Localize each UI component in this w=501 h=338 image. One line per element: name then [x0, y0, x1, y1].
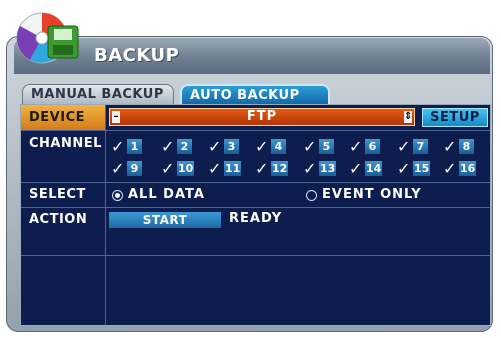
channel-number: 5	[319, 139, 334, 154]
select-arrows-icon: ⇕	[404, 111, 413, 123]
device-select[interactable]: – FTP ⇕	[109, 108, 415, 126]
channel-number: 11	[224, 161, 242, 176]
check-icon: ✓	[208, 137, 222, 156]
select-label: SELECT	[29, 187, 86, 202]
channel-number: 6	[365, 139, 380, 154]
tab-auto-backup[interactable]: AUTO BACKUP	[180, 84, 330, 104]
channel-number: 1	[127, 139, 142, 154]
check-icon: ✓	[161, 159, 175, 178]
channel-number: 8	[459, 139, 474, 154]
check-icon: ✓	[255, 137, 269, 156]
column-divider	[105, 105, 106, 325]
all-data-label[interactable]: ALL DATA	[128, 187, 205, 202]
check-icon: ✓	[443, 137, 457, 156]
auto-backup-panel: DEVICE – FTP ⇕ SETUP CHANNEL ✓ 1 ✓ 2 ✓ 3 ✓ 4…	[20, 104, 491, 326]
channel-number: 3	[224, 139, 239, 154]
channel-number: 2	[177, 139, 192, 154]
radio-event-only[interactable]	[306, 190, 317, 201]
device-value: FTP	[246, 109, 278, 124]
check-icon: ✓	[111, 159, 125, 178]
check-icon: ✓	[443, 159, 457, 178]
setup-button[interactable]: SETUP	[422, 108, 488, 127]
tab-manual-backup[interactable]: MANUAL BACKUP	[22, 84, 174, 104]
channel-number: 10	[177, 161, 195, 176]
backup-app-icon	[16, 12, 79, 64]
action-label: ACTION	[29, 212, 88, 227]
check-icon: ✓	[303, 159, 317, 178]
event-only-label[interactable]: EVENT ONLY	[322, 187, 422, 202]
row-divider	[21, 207, 490, 208]
check-icon: ✓	[161, 137, 175, 156]
check-icon: ✓	[208, 159, 222, 178]
tab-bar: MANUAL BACKUP AUTO BACKUP	[18, 84, 488, 104]
channel-number: 12	[271, 161, 289, 176]
channel-label: CHANNEL	[29, 136, 102, 151]
check-icon: ✓	[303, 137, 317, 156]
channel-number: 13	[319, 161, 337, 176]
check-icon: ✓	[397, 159, 411, 178]
row-divider	[21, 182, 490, 183]
device-label: DEVICE	[21, 105, 105, 130]
action-status: READY	[229, 211, 283, 226]
row-divider	[21, 130, 490, 131]
channel-number: 4	[271, 139, 286, 154]
channel-number: 14	[365, 161, 383, 176]
check-icon: ✓	[349, 137, 363, 156]
channel-number: 9	[127, 161, 142, 176]
check-icon: ✓	[255, 159, 269, 178]
channel-number: 7	[413, 139, 428, 154]
check-icon: ✓	[349, 159, 363, 178]
check-icon: ✓	[111, 137, 125, 156]
row-divider	[21, 255, 490, 256]
channel-number: 15	[413, 161, 431, 176]
start-button[interactable]: START	[109, 212, 221, 228]
window-title: BACKUP	[94, 45, 180, 66]
channel-number: 16	[459, 161, 477, 176]
radio-all-data[interactable]	[112, 190, 123, 201]
check-icon: ✓	[397, 137, 411, 156]
